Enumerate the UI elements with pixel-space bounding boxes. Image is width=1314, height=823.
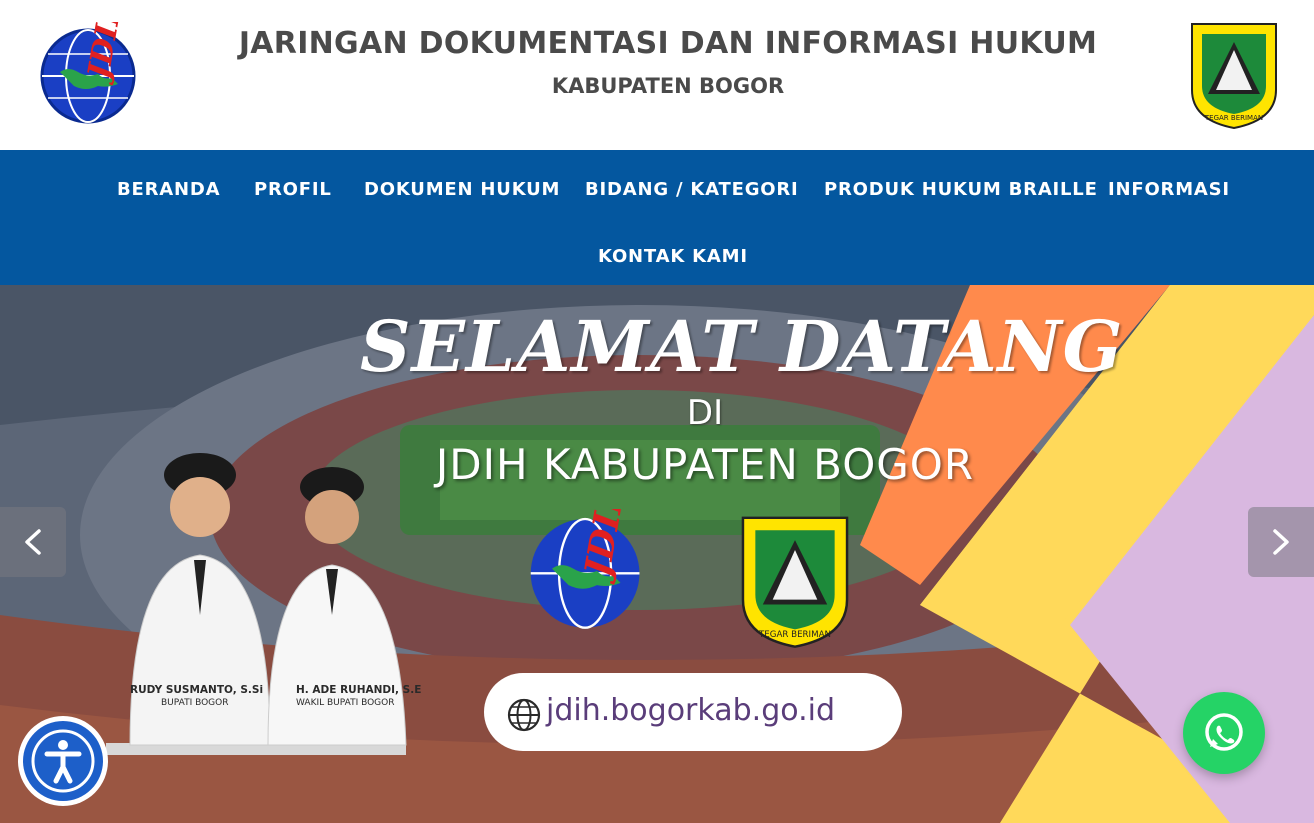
kabupaten-bogor-emblem: TEGAR BERIMAN bbox=[1191, 23, 1277, 130]
accessibility-button[interactable] bbox=[18, 716, 108, 806]
welcome-heading: SELAMAT DATANG bbox=[360, 305, 1124, 388]
svg-text:TEGAR BERIMAN: TEGAR BERIMAN bbox=[758, 630, 831, 640]
nav-item-dokumen-hukum[interactable]: DOKUMEN HUKUM bbox=[364, 179, 560, 200]
main-navigation: BERANDA PROFIL DOKUMEN HUKUM BIDANG / KA… bbox=[0, 150, 1314, 285]
person1-name: RUDY SUSMANTO, S.Si bbox=[130, 684, 264, 696]
nav-item-kontak-kami[interactable]: KONTAK KAMI bbox=[598, 246, 748, 267]
bogor-hero-emblem: TEGAR BERIMAN bbox=[741, 516, 849, 648]
person2-name: H. ADE RUHANDI, S.E bbox=[296, 684, 422, 696]
site-subtitle: KABUPATEN BOGOR bbox=[551, 74, 785, 98]
chevron-left-icon bbox=[25, 529, 41, 555]
globe-icon bbox=[507, 698, 541, 732]
accessibility-button-inner bbox=[23, 721, 103, 801]
chevron-right-icon bbox=[1273, 529, 1289, 555]
jdih-hero-logo: JDIH bbox=[530, 509, 640, 629]
site-url: jdih.bogorkab.go.id bbox=[546, 693, 835, 728]
hero-slider: SELAMAT DATANG DI JDIH KABUPATEN BOGOR J… bbox=[0, 285, 1314, 823]
whatsapp-icon bbox=[1205, 713, 1243, 751]
svg-text:TEGAR BERIMAN: TEGAR BERIMAN bbox=[1204, 114, 1263, 122]
hero-site-name: JDIH KABUPATEN BOGOR bbox=[435, 440, 975, 489]
nav-item-produk-hukum-braille[interactable]: PRODUK HUKUM BRAILLE bbox=[824, 179, 1098, 200]
nav-item-informasi[interactable]: INFORMASI bbox=[1108, 179, 1230, 200]
slider-prev-button[interactable] bbox=[0, 507, 66, 577]
site-header: JDIH JARINGAN DOKUMENTASI DAN INFORMASI … bbox=[0, 0, 1314, 150]
whatsapp-button[interactable] bbox=[1183, 692, 1265, 774]
person2-role: WAKIL BUPATI BOGOR bbox=[296, 698, 395, 708]
accessibility-icon bbox=[31, 729, 95, 793]
site-title: JARINGAN DOKUMENTASI DAN INFORMASI HUKUM bbox=[238, 26, 1098, 61]
nav-item-profil[interactable]: PROFIL bbox=[254, 179, 332, 200]
nav-item-bidang-kategori[interactable]: BIDANG / KATEGORI bbox=[585, 179, 799, 200]
welcome-di: DI bbox=[686, 393, 724, 433]
nav-item-beranda[interactable]: BERANDA bbox=[117, 179, 220, 200]
person1-role: BUPATI BOGOR bbox=[161, 698, 229, 708]
slider-next-button[interactable] bbox=[1248, 507, 1314, 577]
